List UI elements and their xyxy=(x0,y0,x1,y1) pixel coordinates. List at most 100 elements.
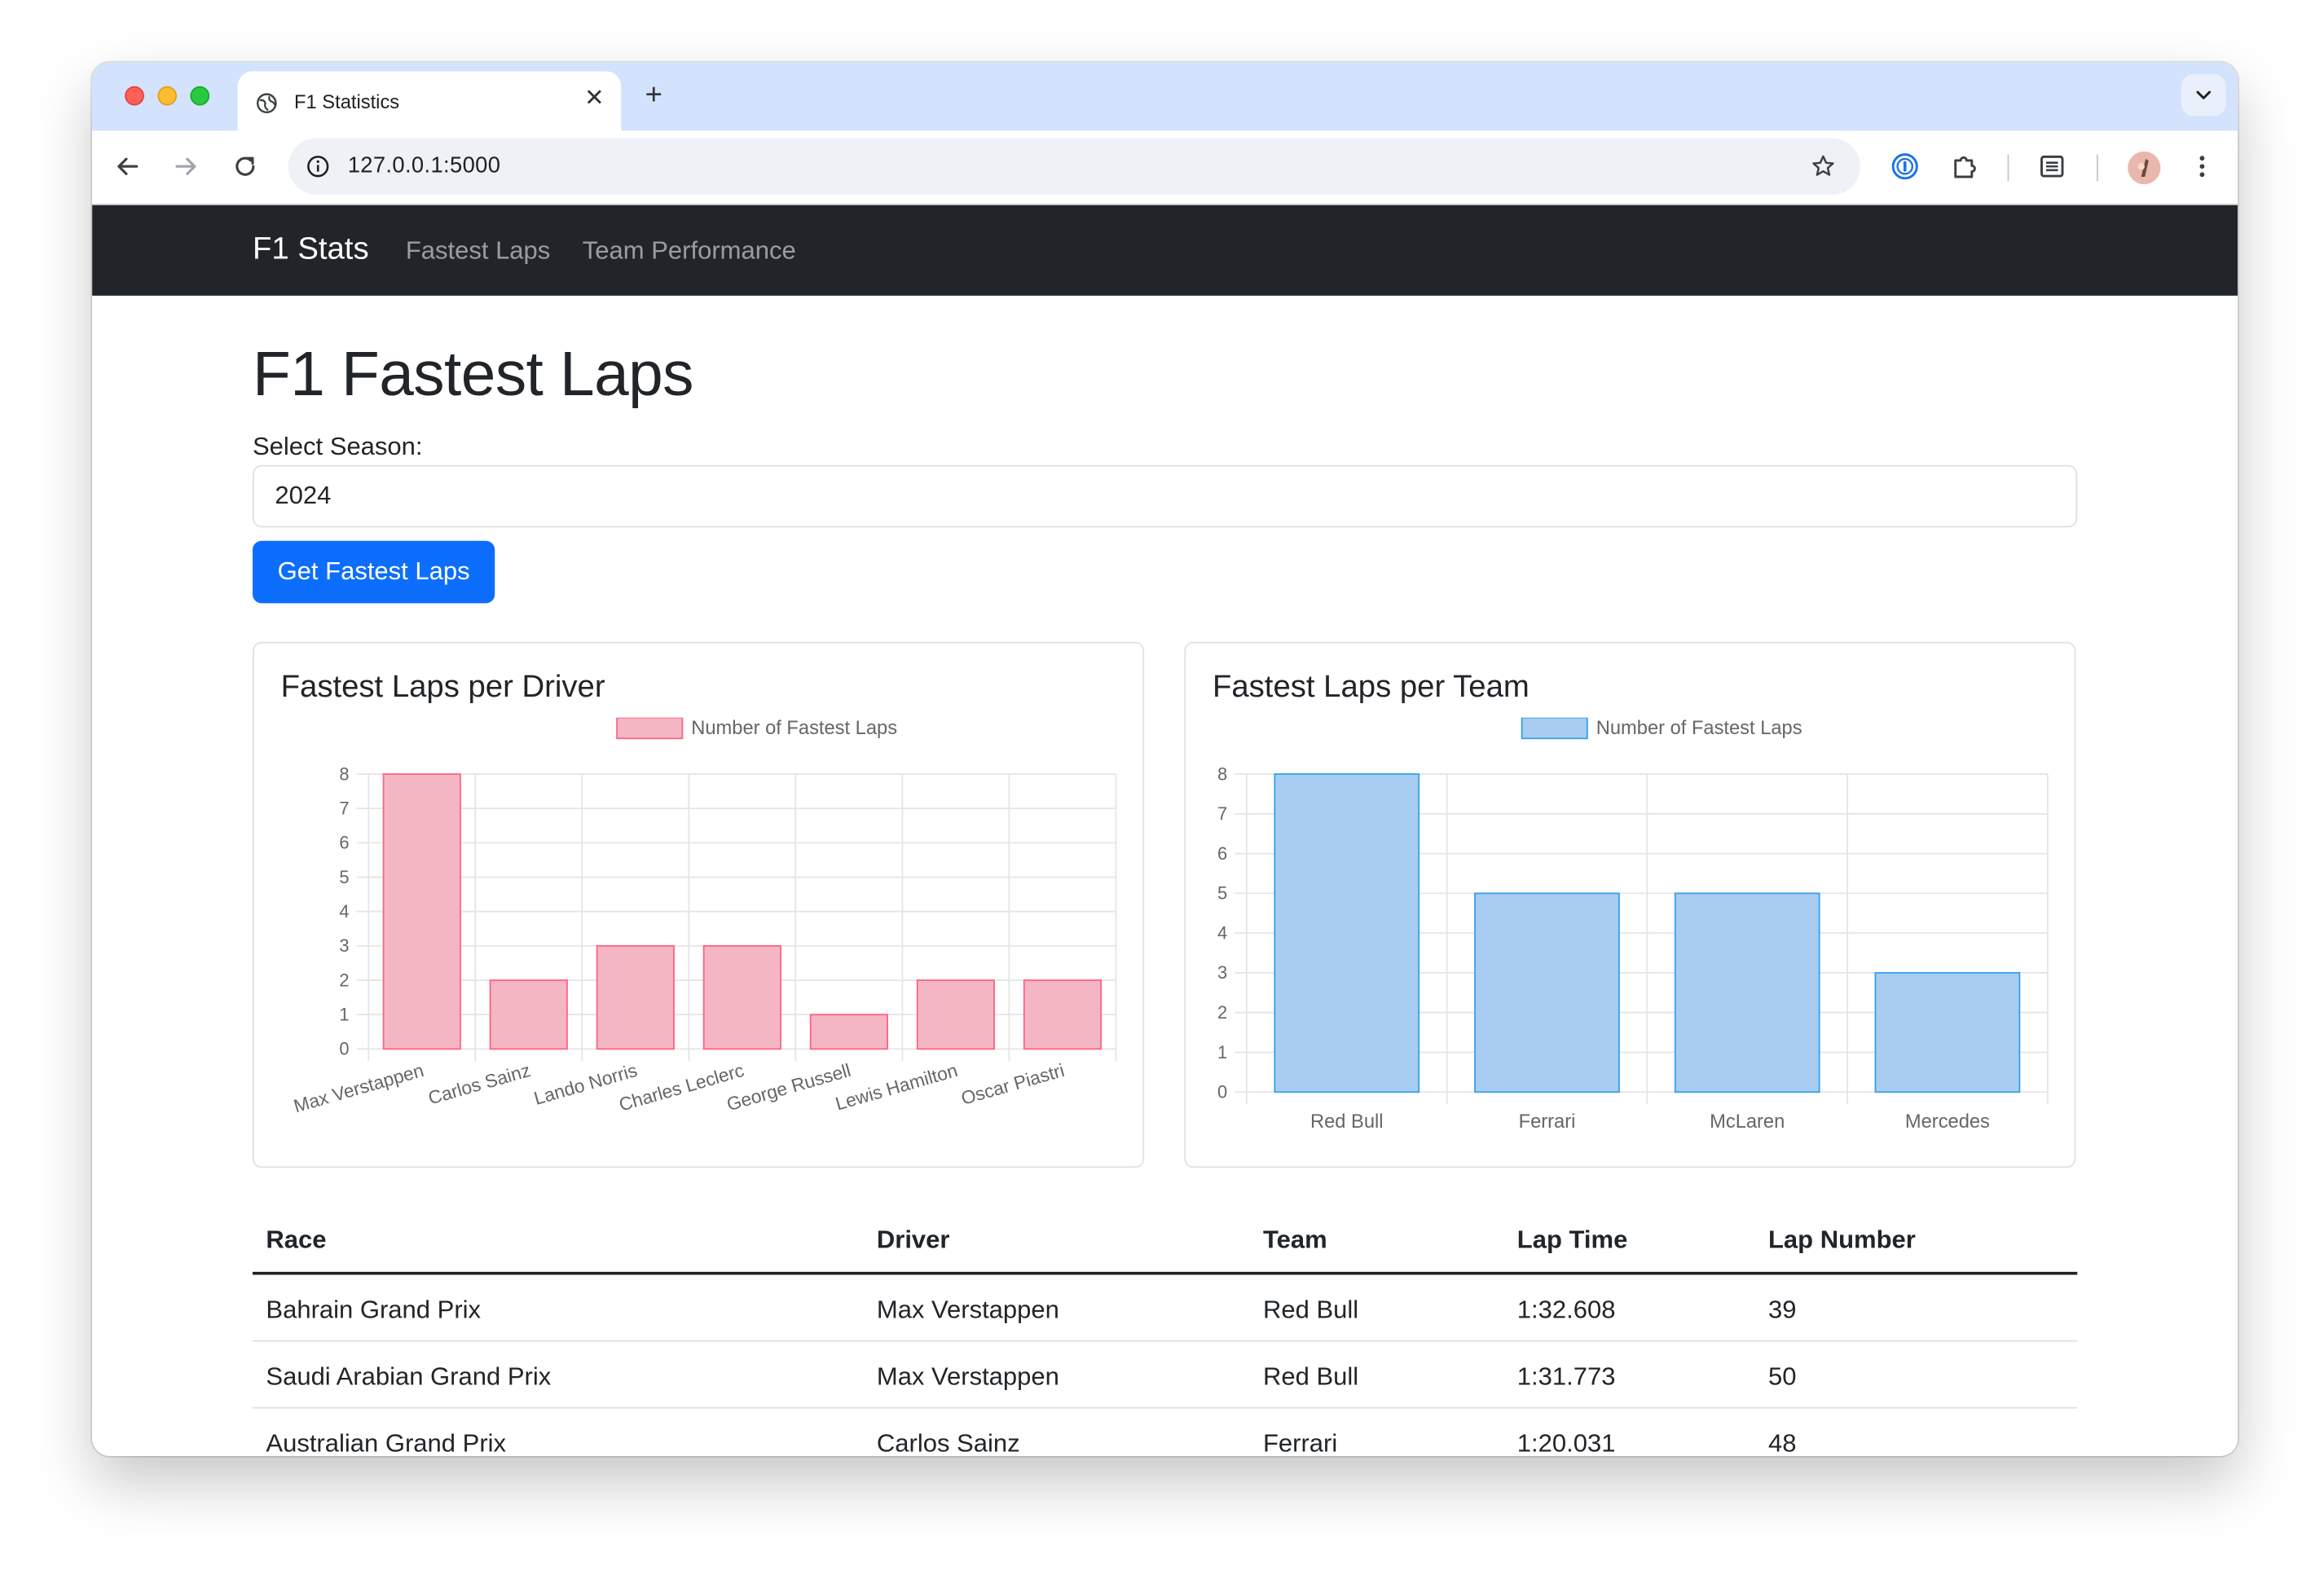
table-cell: Carlos Sainz xyxy=(876,1429,1020,1457)
y-tick-label: 0 xyxy=(339,1039,349,1059)
toolbar-divider xyxy=(2007,154,2009,182)
tab-search-button[interactable] xyxy=(2181,74,2226,117)
bar xyxy=(1674,892,1820,1093)
table-header-cell: Team xyxy=(1262,1225,1327,1255)
browser-tab[interactable]: F1 Statistics ✕ xyxy=(237,71,622,131)
bar xyxy=(702,944,781,1050)
x-tick-label: McLaren xyxy=(1710,1111,1785,1133)
browser-toolbar: 127.0.0.1:5000 xyxy=(92,130,2238,205)
page-viewport: F1 Stats Fastest Laps Team Performance F… xyxy=(92,205,2238,1457)
driver-chart-title: Fastest Laps per Driver xyxy=(280,670,605,705)
x-tick-label: Max Verstappen xyxy=(291,1059,425,1116)
site-info-icon[interactable] xyxy=(306,155,330,178)
bar xyxy=(489,979,568,1050)
back-arrow-icon[interactable] xyxy=(113,152,143,181)
password-manager-icon[interactable] xyxy=(1890,152,1919,181)
y-tick-label: 4 xyxy=(1217,922,1227,943)
y-tick-label: 5 xyxy=(339,867,349,887)
url-text: 127.0.0.1:5000 xyxy=(347,152,501,178)
season-input[interactable] xyxy=(252,464,2078,528)
bookmark-star-icon[interactable] xyxy=(1810,153,1837,180)
x-tick-label: George Russell xyxy=(724,1059,853,1115)
bar xyxy=(1474,892,1620,1093)
y-tick-label: 6 xyxy=(339,833,349,853)
screen: F1 Statistics ✕ + 127.0.0.1:5000 F1 Stat… xyxy=(0,0,2324,1575)
y-tick-label: 1 xyxy=(1217,1042,1227,1062)
table-cell: 50 xyxy=(1767,1362,1797,1391)
x-tick-label: Lewis Hamilton xyxy=(833,1059,960,1115)
table-cell: Max Verstappen xyxy=(876,1296,1059,1324)
table-header-cell: Race xyxy=(266,1225,327,1255)
nav-link-team-performance[interactable]: Team Performance xyxy=(583,236,796,266)
table-cell: Red Bull xyxy=(1262,1296,1359,1324)
maximize-window-button[interactable] xyxy=(190,86,210,106)
profile-picture-icon xyxy=(2128,151,2161,185)
bar xyxy=(1023,979,1103,1050)
x-tick-label: Ferrari xyxy=(1519,1111,1576,1133)
table-header-cell: Lap Number xyxy=(1767,1225,1916,1255)
forward-arrow-icon[interactable] xyxy=(171,152,200,181)
table-cell: Bahrain Grand Prix xyxy=(266,1296,482,1324)
address-bar[interactable]: 127.0.0.1:5000 xyxy=(288,138,1861,195)
team-chart-card: Fastest Laps per Team Number of Fastest … xyxy=(1184,641,2076,1168)
fastest-laps-table: Race Driver Team Lap Time Lap Number Bahrain… xyxy=(252,1207,2078,1456)
table-row: Bahrain Grand Prix Max Verstappen Red Bull… xyxy=(252,1275,2078,1342)
y-tick-label: 5 xyxy=(1217,883,1227,904)
x-tick-label: Mercedes xyxy=(1905,1111,1990,1133)
tab-strip: F1 Statistics ✕ + xyxy=(92,62,2238,131)
bar xyxy=(382,773,461,1050)
y-tick-label: 3 xyxy=(1217,962,1227,983)
bar xyxy=(1874,972,2021,1093)
y-tick-label: 8 xyxy=(1217,763,1227,784)
season-label: Select Season: xyxy=(252,432,423,461)
globe-icon xyxy=(257,93,277,114)
team-chart-title: Fastest Laps per Team xyxy=(1212,670,1530,705)
legend-swatch xyxy=(1521,717,1588,740)
nav-link-fastest-laps[interactable]: Fastest Laps xyxy=(406,236,550,266)
table-cell: Ferrari xyxy=(1262,1429,1338,1457)
bar xyxy=(1274,773,1420,1093)
table-cell: 48 xyxy=(1767,1429,1797,1457)
table-cell: Red Bull xyxy=(1262,1362,1359,1391)
y-tick-label: 2 xyxy=(1217,1002,1227,1023)
extensions-puzzle-icon[interactable] xyxy=(1949,152,1978,181)
table-cell: Saudi Arabian Grand Prix xyxy=(266,1362,552,1391)
y-tick-label: 4 xyxy=(339,901,349,922)
chevron-down-icon xyxy=(2196,90,2212,99)
page-title: F1 Fastest Laps xyxy=(252,338,693,409)
bar xyxy=(809,1014,888,1050)
table-cell: 39 xyxy=(1767,1296,1797,1324)
legend-swatch xyxy=(616,717,684,740)
reading-list-icon[interactable] xyxy=(2037,152,2067,181)
tab-close-icon[interactable]: ✕ xyxy=(583,87,606,112)
tab-title: F1 Statistics xyxy=(294,90,400,113)
top-navbar: F1 Stats Fastest Laps Team Performance xyxy=(92,205,2238,296)
more-menu-icon[interactable] xyxy=(2187,152,2216,181)
table-row: Saudi Arabian Grand Prix Max Verstappen Re… xyxy=(252,1342,2078,1409)
y-tick-label: 7 xyxy=(1217,803,1227,824)
profile-avatar[interactable] xyxy=(2128,151,2161,185)
table-row: Australian Grand Prix Carlos Sainz Ferrari… xyxy=(253,1409,2077,1456)
toolbar-divider xyxy=(2096,154,2098,182)
new-tab-button[interactable]: + xyxy=(639,80,668,109)
reload-icon[interactable] xyxy=(231,152,260,181)
bar xyxy=(596,944,675,1050)
table-cell: 1:20.031 xyxy=(1516,1429,1616,1457)
table-cell: Australian Grand Prix xyxy=(266,1429,507,1457)
legend-label: Number of Fastest Laps xyxy=(1596,718,1802,739)
table-header-row: Race Driver Team Lap Time Lap Number xyxy=(252,1207,2078,1275)
close-window-button[interactable] xyxy=(125,86,144,106)
navbar-brand[interactable]: F1 Stats xyxy=(253,231,369,267)
x-tick-label: Red Bull xyxy=(1310,1111,1384,1133)
table-header-cell: Driver xyxy=(876,1225,950,1255)
table-header-cell: Lap Time xyxy=(1516,1225,1628,1255)
get-fastest-laps-button[interactable]: Get Fastest Laps xyxy=(252,540,495,604)
table-cell: 1:32.608 xyxy=(1516,1296,1616,1324)
y-tick-label: 6 xyxy=(1217,843,1227,864)
bar xyxy=(916,979,995,1050)
legend-label: Number of Fastest Laps xyxy=(691,718,897,739)
minimize-window-button[interactable] xyxy=(157,86,177,106)
browser-window: F1 Statistics ✕ + 127.0.0.1:5000 F1 Stat… xyxy=(92,62,2238,1457)
y-tick-label: 0 xyxy=(1217,1082,1227,1102)
driver-chart-card: Fastest Laps per Driver Number of Fastes… xyxy=(252,641,1145,1168)
